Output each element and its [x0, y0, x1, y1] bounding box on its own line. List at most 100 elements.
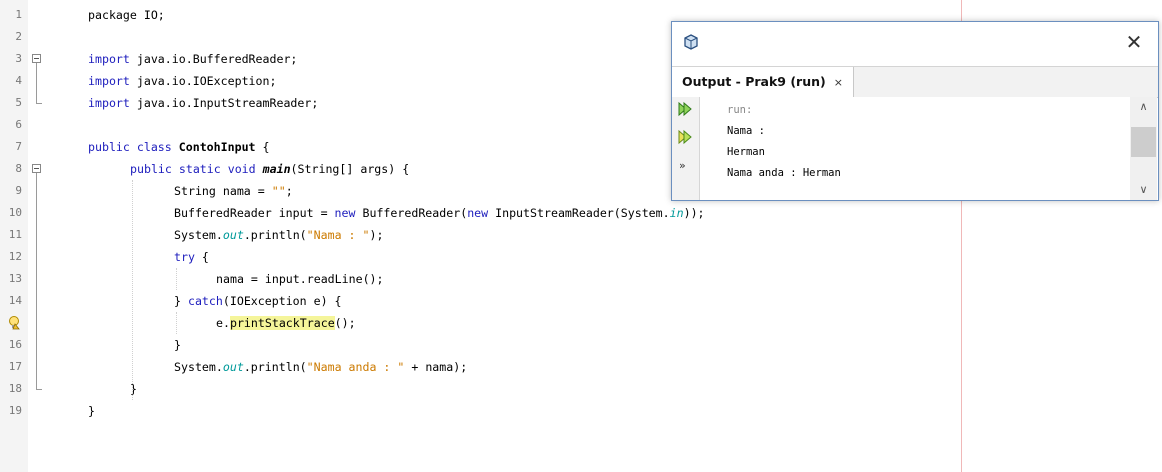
line-number: 17 [8, 360, 22, 373]
code-line[interactable]: 17 System.out.println("Nama anda : " + na… [0, 356, 1162, 378]
line-number: 18 [8, 382, 22, 395]
code-token: (); [334, 316, 356, 330]
code-token: new [467, 206, 489, 220]
line-number: 10 [8, 206, 22, 219]
code-line[interactable]: 10 BufferedReader input = new BufferedRea… [0, 202, 1162, 224]
code-text[interactable]: import java.io.InputStreamReader; [88, 92, 318, 114]
line-number: 1 [15, 8, 22, 21]
console-output-line: Nama anda : Herman [727, 167, 841, 179]
scroll-thumb[interactable] [1131, 127, 1156, 157]
code-text[interactable]: import java.io.BufferedReader; [88, 48, 297, 70]
code-text[interactable]: BufferedReader input = new BufferedReade… [174, 202, 705, 224]
code-token: BufferedReader( [355, 206, 468, 220]
code-token: public static void [130, 162, 256, 176]
output-tabstrip: Output - Prak9 (run) × [672, 66, 1158, 98]
code-token: new [334, 206, 356, 220]
code-token: e. [216, 316, 230, 330]
line-number: 8 [15, 162, 22, 175]
line-number: 12 [8, 250, 22, 263]
line-number: 11 [8, 228, 22, 241]
hint-lightbulb-icon[interactable] [8, 316, 20, 330]
line-number: 13 [8, 272, 22, 285]
rerun-icon[interactable] [677, 101, 693, 117]
code-token: out [222, 360, 244, 374]
code-line[interactable]: 13 nama = input.readLine(); [0, 268, 1162, 290]
code-token: ; [285, 184, 293, 198]
code-text[interactable]: import java.io.IOException; [88, 70, 276, 92]
line-number: 3 [15, 52, 22, 65]
code-line[interactable]: 14} catch(IOException e) { [0, 290, 1162, 312]
code-token: + nama); [404, 360, 468, 374]
code-token: )); [683, 206, 705, 220]
code-token: .println( [243, 228, 307, 242]
line-number: 6 [15, 118, 22, 131]
code-text[interactable]: System.out.println("Nama : "); [174, 224, 383, 246]
indent-guide [132, 180, 133, 400]
rerun-with-params-icon[interactable] [677, 129, 693, 145]
scroll-down-button[interactable]: ∨ [1130, 180, 1157, 200]
tab-output-label: Output - Prak9 (run) [682, 74, 826, 89]
code-token: public class [88, 140, 172, 154]
code-token: String nama = [174, 184, 272, 198]
code-text[interactable]: } [88, 400, 95, 422]
console-output-line: run: [727, 104, 753, 116]
code-line[interactable]: 12 try { [0, 246, 1162, 268]
code-token: out [222, 228, 244, 242]
indent-guide [176, 268, 177, 290]
code-token: catch [187, 294, 223, 308]
code-token: nama = input.readLine(); [216, 272, 384, 286]
code-line[interactable]: 19} [0, 400, 1162, 422]
code-token: package IO; [88, 8, 165, 22]
line-number: 16 [8, 338, 22, 351]
code-text[interactable]: String nama = ""; [174, 180, 293, 202]
line-number: 4 [15, 74, 22, 87]
code-token: } [88, 404, 95, 418]
code-token: (IOException e) { [222, 294, 342, 308]
line-number: 14 [8, 294, 22, 307]
code-token: System. [174, 228, 223, 242]
code-text[interactable]: try { [174, 246, 209, 268]
code-token: .println( [243, 360, 307, 374]
close-window-button[interactable]: ✕ [1120, 28, 1148, 56]
code-token: java.io.InputStreamReader; [129, 96, 319, 110]
code-token: { [255, 140, 270, 154]
line-number: 7 [15, 140, 22, 153]
output-window[interactable]: ✕ Output - Prak9 (run) × » ∧ ∨ run: Nama :… [671, 21, 1159, 201]
app-cube-icon [684, 34, 698, 50]
scroll-up-button[interactable]: ∧ [1130, 97, 1157, 117]
more-actions-button[interactable]: » [679, 159, 686, 172]
code-token: { [194, 250, 209, 264]
code-token: main [262, 162, 291, 176]
code-line[interactable]: 18} [0, 378, 1162, 400]
code-token: in [669, 206, 684, 220]
console-output-line: Herman [727, 146, 765, 158]
output-scrollbar[interactable]: ∧ ∨ [1130, 97, 1157, 200]
code-text[interactable]: } catch(IOException e) { [174, 290, 342, 312]
code-text[interactable]: package IO; [88, 4, 165, 26]
code-line[interactable]: 16} [0, 334, 1162, 356]
code-token: InputStreamReader(System. [488, 206, 670, 220]
code-line[interactable]: 15e.printStackTrace(); [0, 312, 1162, 334]
output-window-titlebar[interactable]: ✕ [672, 22, 1158, 66]
code-token: ); [369, 228, 384, 242]
code-line[interactable]: 11 System.out.println("Nama : "); [0, 224, 1162, 246]
code-token: System. [174, 360, 223, 374]
tab-close-button[interactable]: × [834, 76, 843, 89]
code-token: ContohInput [178, 140, 256, 154]
code-text[interactable]: System.out.println("Nama anda : " + nama… [174, 356, 467, 378]
code-token: import [88, 74, 130, 88]
line-number: 19 [8, 404, 22, 417]
code-text[interactable]: public class ContohInput { [88, 136, 270, 158]
line-number: 2 [15, 30, 22, 43]
indent-guide [176, 312, 177, 334]
code-text[interactable]: nama = input.readLine(); [216, 268, 384, 290]
code-token: } [174, 294, 188, 308]
code-text[interactable]: public static void main(String[] args) { [130, 158, 409, 180]
code-text[interactable]: e.printStackTrace(); [216, 312, 356, 334]
tab-output[interactable]: Output - Prak9 (run) × [672, 67, 854, 97]
code-token: (String[] args) { [290, 162, 410, 176]
line-number: 9 [15, 184, 22, 197]
code-text[interactable]: } [174, 334, 181, 356]
code-token: java.io.BufferedReader; [129, 52, 298, 66]
